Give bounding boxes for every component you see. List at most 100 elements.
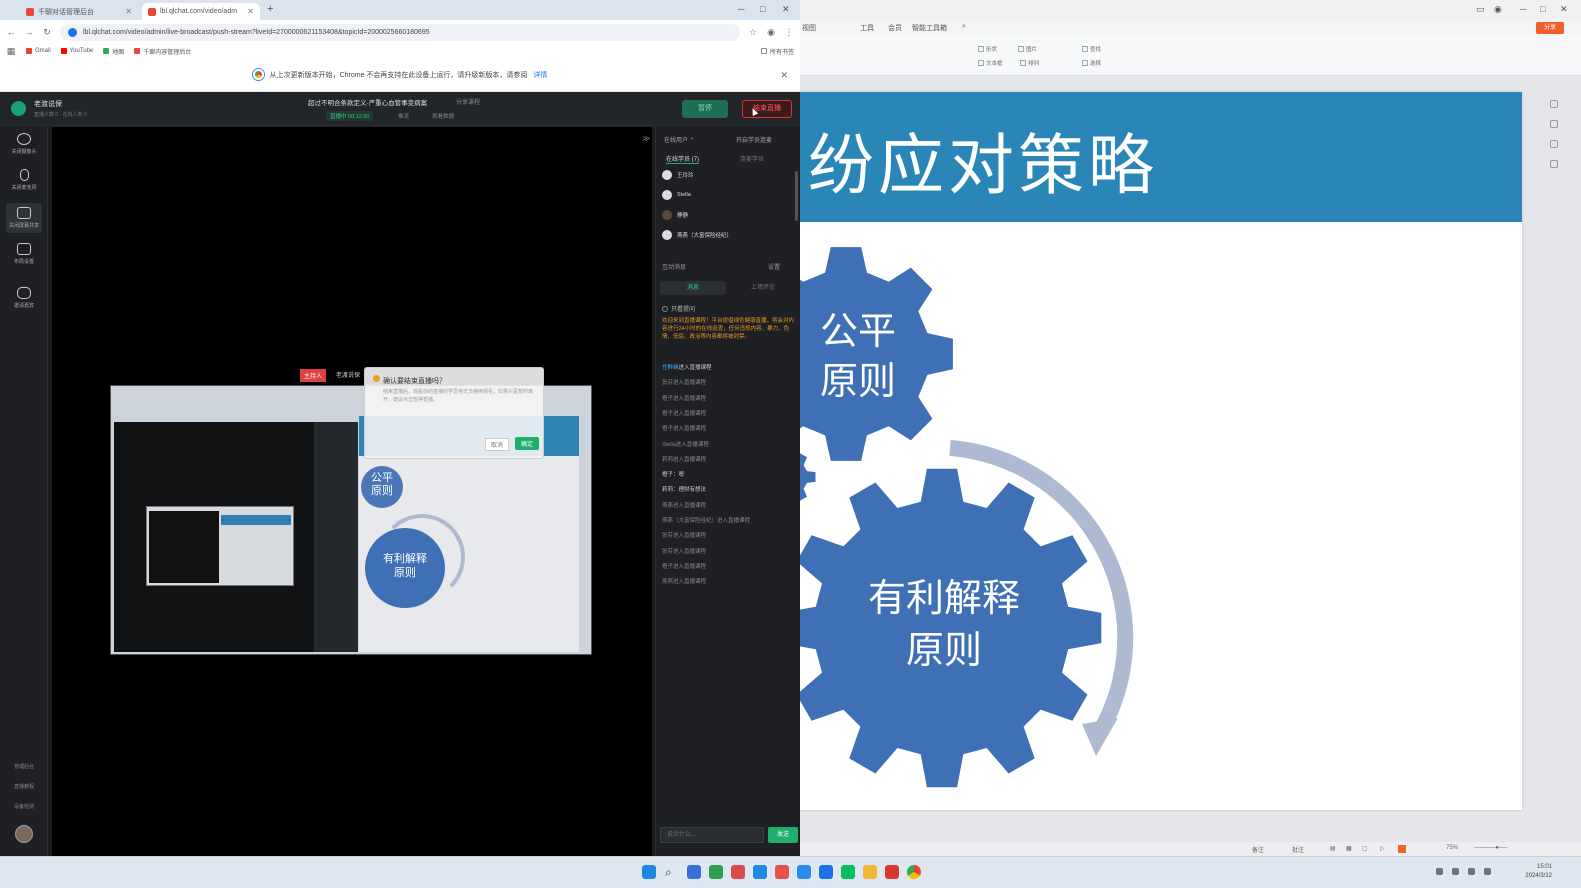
- ribbon-tab-smart-tools[interactable]: 智能工具箱: [912, 23, 947, 33]
- open-co-stream-button[interactable]: 开启学员连麦: [736, 135, 772, 144]
- close-tab-icon[interactable]: ✕: [247, 7, 254, 16]
- notes-button[interactable]: 备注: [1252, 845, 1264, 854]
- tab-online-students[interactable]: 在线学员 (7): [666, 154, 700, 164]
- infobar-link[interactable]: 详情: [533, 70, 547, 80]
- tab-co-stream-students[interactable]: 连麦学员: [740, 154, 764, 163]
- maximize-button[interactable]: □: [760, 4, 765, 14]
- reload-icon[interactable]: ↻: [42, 27, 52, 38]
- arrange-button[interactable]: 排列: [1020, 58, 1039, 68]
- bookmark-maps[interactable]: 地图: [103, 47, 124, 56]
- share-button[interactable]: 分享: [1536, 22, 1564, 34]
- forward-icon[interactable]: →: [24, 27, 34, 37]
- dialog-ok-button[interactable]: 确定: [515, 437, 540, 450]
- ribbon-tab-tools[interactable]: 工具: [860, 23, 874, 33]
- app-icon[interactable]: [709, 865, 723, 879]
- tray-icon[interactable]: [1452, 868, 1459, 875]
- view-normal-icon[interactable]: ▤: [1330, 845, 1336, 852]
- wechat-icon[interactable]: [841, 865, 855, 879]
- minimize-button[interactable]: ─: [738, 4, 744, 14]
- search-icon[interactable]: ⌕: [962, 23, 966, 31]
- list-item[interactable]: 王玲玲: [662, 169, 694, 181]
- bookmark-gmail[interactable]: Gmail: [26, 48, 51, 54]
- task-view-icon[interactable]: [687, 865, 701, 879]
- wps-icon[interactable]: [885, 865, 899, 879]
- textbox-button[interactable]: 文本框: [978, 58, 1003, 68]
- tray-icon[interactable]: [1436, 868, 1443, 875]
- account-icon[interactable]: ◉: [1494, 4, 1502, 15]
- find-button[interactable]: 查找: [1082, 44, 1101, 54]
- avatar[interactable]: [15, 825, 33, 843]
- edge-icon[interactable]: [753, 865, 767, 879]
- picture-button[interactable]: 图片: [1018, 44, 1037, 54]
- tile-icon[interactable]: ▭: [1476, 4, 1485, 15]
- volume-icon[interactable]: [1484, 868, 1491, 875]
- scrollbar[interactable]: [795, 171, 798, 221]
- new-tab-button[interactable]: +: [267, 3, 273, 15]
- slide-canvas[interactable]: 合同解释纠纷应对策略 公平 原则 有利解释 原则: [800, 92, 1522, 810]
- list-item[interactable]: 燕燕（大富保险经纪）: [662, 229, 732, 241]
- comments-button[interactable]: 批注: [1292, 845, 1304, 854]
- toggle-mic-button[interactable]: 关闭麦克风: [6, 169, 42, 191]
- view-data-link[interactable]: 观看数据: [432, 112, 454, 120]
- play-icon[interactable]: [1398, 845, 1406, 853]
- all-bookmarks[interactable]: 所有书签: [760, 47, 794, 56]
- rail-icon[interactable]: [1550, 120, 1558, 128]
- chat-input[interactable]: [660, 827, 764, 843]
- send-button[interactable]: 发送: [768, 827, 798, 843]
- push-stream-link[interactable]: 推流: [398, 112, 409, 120]
- star-icon[interactable]: ☆: [748, 27, 758, 38]
- interaction-settings-link[interactable]: 设置: [768, 262, 780, 271]
- rail-icon[interactable]: [1550, 160, 1558, 168]
- view-reading-icon[interactable]: ▢: [1362, 845, 1368, 852]
- network-icon[interactable]: [1468, 868, 1475, 875]
- rail-icon[interactable]: [1550, 140, 1558, 148]
- apps-icon[interactable]: ▦: [6, 46, 16, 57]
- search-icon[interactable]: ⌕: [665, 865, 679, 879]
- chrome-icon[interactable]: [907, 865, 921, 879]
- tab-messages[interactable]: 消息: [660, 281, 726, 295]
- close-window-button[interactable]: ✕: [782, 4, 790, 15]
- app-icon[interactable]: [797, 865, 811, 879]
- tab-1[interactable]: lbl.qlchat.com/video/adm ✕: [142, 3, 260, 20]
- online-users-toggle[interactable]: 在线用户 ⌃: [664, 135, 695, 144]
- site-info-icon[interactable]: [68, 27, 77, 37]
- toggle-camera-button[interactable]: 关闭摄像头: [6, 133, 42, 155]
- dialog-cancel-button[interactable]: 取消: [485, 438, 510, 451]
- infobar-close-icon[interactable]: ✕: [780, 70, 788, 81]
- zoom-slider[interactable]: ─────●──: [1474, 845, 1507, 851]
- invite-guest-button[interactable]: 邀请嘉宾: [6, 287, 42, 309]
- shape-button[interactable]: 形状: [978, 44, 997, 54]
- layout-settings-button[interactable]: 布局设置: [6, 243, 42, 265]
- only-questions-toggle[interactable]: 只看提问: [662, 304, 695, 313]
- view-slideshow-icon[interactable]: ▷: [1380, 845, 1385, 852]
- admin-link[interactable]: 管理后台: [4, 763, 44, 770]
- zoom-level[interactable]: 75%: [1446, 845, 1458, 851]
- profile-icon[interactable]: ◉: [766, 27, 776, 38]
- list-item[interactable]: Stella: [662, 189, 691, 201]
- rail-icon[interactable]: [1550, 100, 1558, 108]
- tab-wall-comments[interactable]: 上墙评论: [730, 281, 796, 295]
- select-button[interactable]: 选择: [1082, 58, 1101, 68]
- collapse-panel-icon[interactable]: ≫: [642, 134, 650, 143]
- app-icon[interactable]: [731, 865, 745, 879]
- maximize-button[interactable]: □: [1540, 4, 1545, 14]
- pause-button[interactable]: 暂停: [682, 100, 728, 118]
- back-icon[interactable]: ←: [6, 27, 16, 37]
- tutorial-link[interactable]: 直播教程: [4, 783, 44, 790]
- close-tab-icon[interactable]: ✕: [125, 7, 132, 16]
- close-window-button[interactable]: ✕: [1560, 4, 1568, 15]
- folder-icon[interactable]: [863, 865, 877, 879]
- toggle-screen-share-button[interactable]: 关闭屏幕共享: [6, 203, 42, 233]
- tab-0[interactable]: 千聊对话管理后台 ✕: [20, 3, 138, 20]
- view-grid-icon[interactable]: ▦: [1346, 845, 1352, 852]
- app-icon[interactable]: [819, 865, 833, 879]
- start-icon[interactable]: [642, 865, 656, 879]
- ribbon-tab-view[interactable]: 视图: [802, 23, 816, 33]
- minimize-button[interactable]: ─: [1520, 4, 1526, 14]
- share-course-link[interactable]: 分享课程: [456, 97, 480, 106]
- bookmark-youtube[interactable]: YouTube: [60, 48, 93, 54]
- clock[interactable]: 15:01 2024/3/12: [1512, 863, 1552, 881]
- ribbon-tab-member[interactable]: 会员: [888, 23, 902, 33]
- list-item[interactable]: 静静: [662, 209, 688, 221]
- app-icon[interactable]: [775, 865, 789, 879]
